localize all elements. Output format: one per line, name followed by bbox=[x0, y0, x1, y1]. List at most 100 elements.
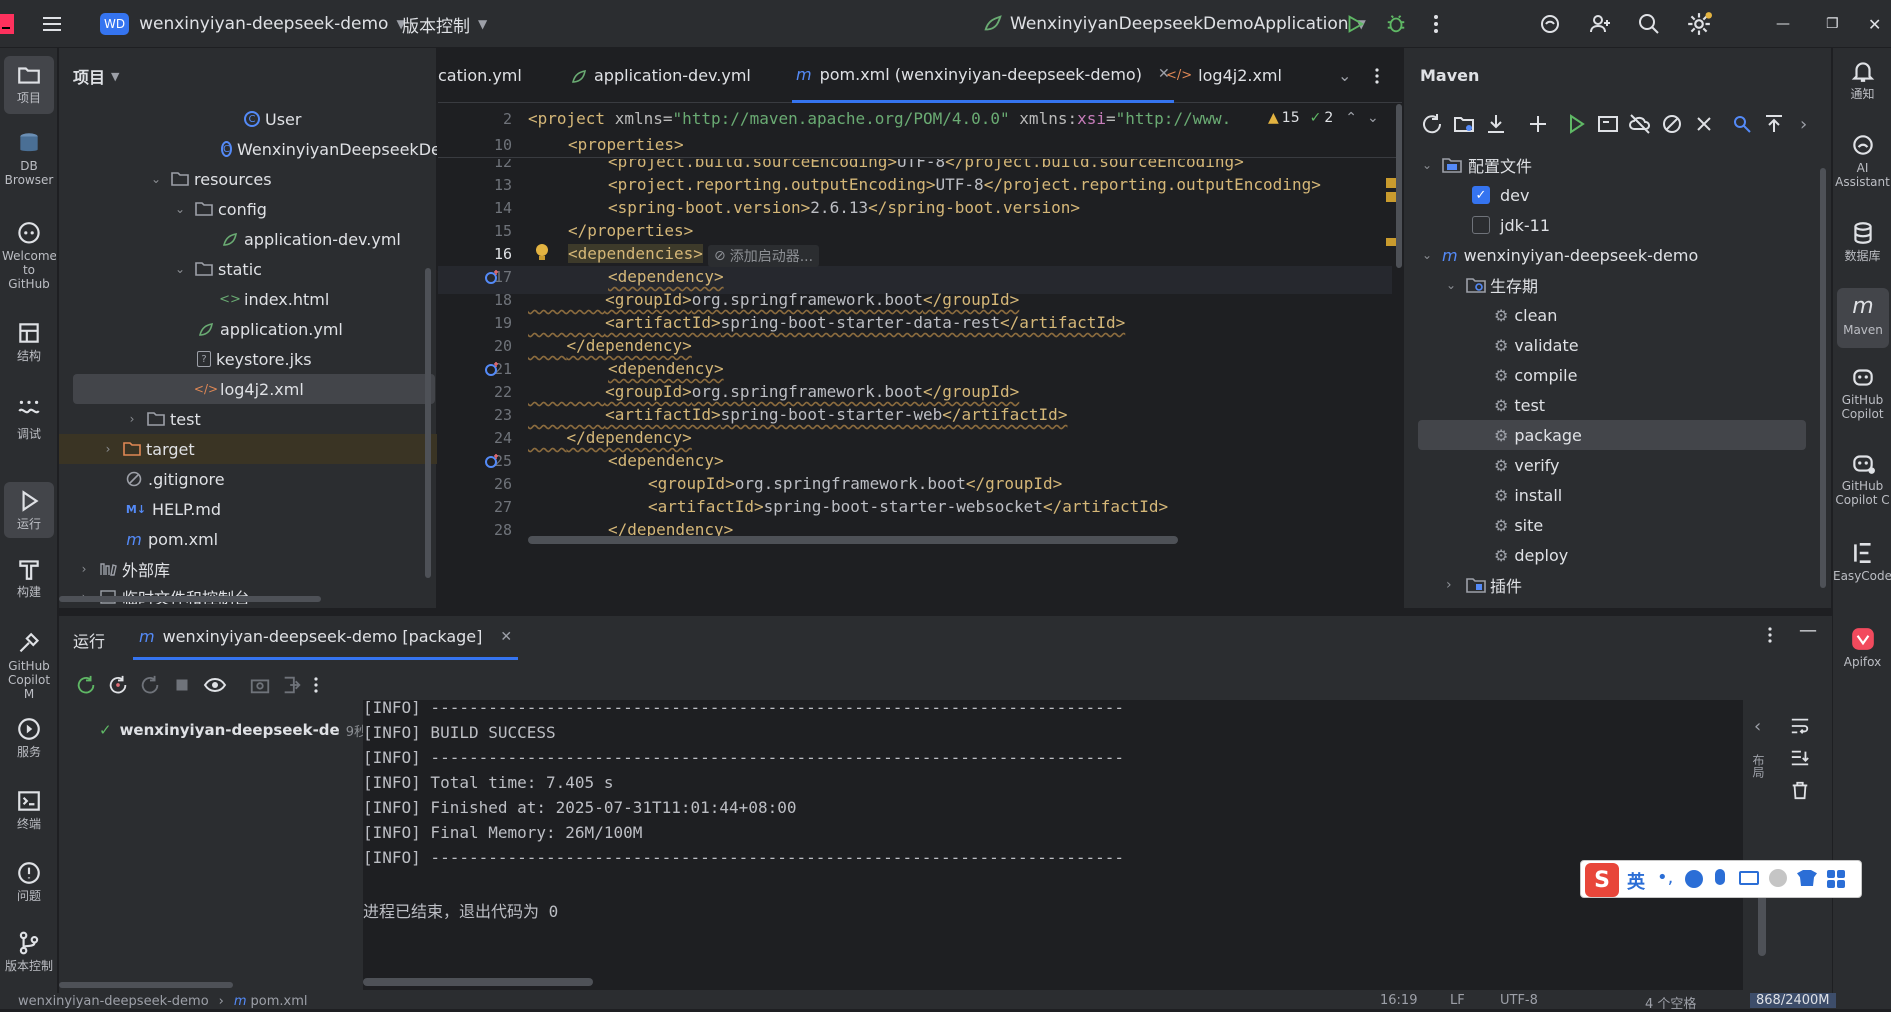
stripe-easycode-button[interactable]: EasyCode bbox=[1833, 540, 1891, 596]
chevron-right-icon[interactable]: › bbox=[77, 562, 91, 576]
line-separator[interactable]: LF bbox=[1450, 993, 1465, 1008]
stripe-maven-button[interactable]: m Maven bbox=[1837, 288, 1889, 348]
ai-assistant-icon[interactable] bbox=[1538, 0, 1562, 48]
run-tab[interactable]: m wenxinyiyan-deepseek-demo [package] ✕ bbox=[133, 616, 518, 660]
console-hscrollbar[interactable] bbox=[363, 978, 593, 986]
maven-goal-deploy[interactable]: ⚙deploy bbox=[1404, 540, 1804, 570]
tree-item[interactable]: application.yml bbox=[59, 314, 437, 344]
restore-window-icon[interactable]: ❐ bbox=[1826, 0, 1839, 48]
tree-item[interactable]: ⌄ resources bbox=[59, 164, 437, 194]
debug-button[interactable] bbox=[1385, 0, 1407, 48]
maven-goal-verify[interactable]: ⚙verify bbox=[1404, 450, 1804, 480]
project-hscrollbar[interactable] bbox=[59, 596, 321, 602]
stripe-run-button[interactable]: 运行 bbox=[4, 482, 54, 538]
chevron-left-icon[interactable]: ‹ bbox=[1754, 716, 1761, 737]
maven-goal-test[interactable]: ⚙test bbox=[1404, 390, 1804, 420]
toolbox-icon[interactable] bbox=[1827, 870, 1845, 888]
maven-tree-item[interactable]: ⌄ 生存期 bbox=[1404, 270, 1804, 300]
punctuation-icon[interactable]: •, bbox=[1657, 867, 1673, 888]
show-dependencies-icon[interactable] bbox=[1730, 112, 1754, 136]
stripe-debug-button[interactable]: 调试 bbox=[0, 398, 58, 450]
layout-label[interactable]: 布局 bbox=[1750, 754, 1767, 778]
chevron-down-icon[interactable]: ⌄ bbox=[1422, 248, 1442, 262]
tab-log4j2-xml[interactable]: </> log4j2.xml bbox=[1166, 48, 1282, 103]
tree-item[interactable]: ⌄ static bbox=[59, 254, 437, 284]
maven-tree-item[interactable]: ✓ dev bbox=[1404, 180, 1804, 210]
tree-item[interactable]: m pom.xml bbox=[59, 524, 437, 554]
offline-icon[interactable] bbox=[1628, 112, 1652, 136]
collapse-icon[interactable] bbox=[1692, 112, 1716, 136]
maven-goal-validate[interactable]: ⚙validate bbox=[1404, 330, 1804, 360]
tree-item[interactable]: C WenxinyiyanDeepseekDemo bbox=[59, 134, 437, 164]
camera-icon[interactable] bbox=[249, 674, 271, 696]
close-window-icon[interactable]: ✕ bbox=[1868, 0, 1881, 48]
tabs-dropdown-icon[interactable]: ⌄ bbox=[1338, 48, 1351, 103]
close-tab-icon[interactable]: ✕ bbox=[500, 629, 512, 645]
tree-item-selected[interactable]: </> log4j2.xml bbox=[73, 374, 435, 404]
tab-application-yml[interactable]: cation.yml bbox=[438, 48, 522, 103]
override-icon[interactable] bbox=[484, 361, 500, 377]
maven-scrollbar[interactable] bbox=[1820, 168, 1826, 588]
reload-icon[interactable] bbox=[1420, 112, 1444, 136]
override-icon[interactable] bbox=[484, 269, 500, 285]
chevron-down-icon[interactable]: ⌄ bbox=[1446, 278, 1466, 292]
tree-item[interactable]: .gitignore bbox=[59, 464, 437, 494]
rerun-failed-icon[interactable] bbox=[107, 674, 129, 696]
stripe-vcs-button[interactable]: 版本控制 bbox=[0, 930, 58, 986]
tree-item[interactable]: › test bbox=[59, 404, 437, 434]
project-panel-header[interactable]: 项目 ▼ bbox=[73, 64, 119, 88]
run-options-icon[interactable] bbox=[1767, 626, 1773, 644]
stripe-apifox-button[interactable]: Apifox bbox=[1833, 626, 1891, 682]
project-scrollbar[interactable] bbox=[425, 268, 431, 578]
stripe-ai-assistant-button[interactable]: AI Assistant bbox=[1833, 132, 1891, 202]
stripe-copilot-button[interactable]: GitHub Copilot M bbox=[0, 630, 58, 700]
microphone-icon[interactable] bbox=[1715, 869, 1725, 885]
tree-item[interactable]: › target bbox=[59, 434, 437, 464]
chevron-down-icon[interactable]: ⌄ bbox=[173, 202, 187, 216]
expand-all-icon[interactable] bbox=[1762, 112, 1786, 136]
tree-item[interactable]: application-dev.yml bbox=[59, 224, 437, 254]
stripe-project-button[interactable]: 项目 bbox=[4, 56, 54, 114]
stripe-terminal-button[interactable]: 终端 bbox=[0, 788, 58, 840]
run-button[interactable] bbox=[1344, 0, 1366, 48]
chevron-right-icon[interactable]: › bbox=[101, 442, 115, 456]
run-maven-icon[interactable] bbox=[1564, 112, 1588, 136]
tree-item[interactable]: ? keystore.jks bbox=[59, 344, 437, 374]
chevron-right-icon[interactable]: › bbox=[125, 412, 139, 426]
stripe-structure-button[interactable]: 结构 bbox=[0, 320, 58, 372]
run-tree-item[interactable]: ✓ wenxinyiyan-deepseek-de 9秒607毫秒 bbox=[99, 716, 399, 744]
tree-item[interactable]: ⌄ config bbox=[59, 194, 437, 224]
vcs-menu[interactable]: 版本控制 ▼ bbox=[402, 0, 487, 48]
stripe-problems-button[interactable]: 问题 bbox=[0, 860, 58, 912]
download-icon[interactable] bbox=[1484, 112, 1508, 136]
inspection-widget[interactable]: ▲ 15 ✓ 2 ⌃ ⌄ bbox=[1268, 110, 1379, 126]
keyboard-icon[interactable] bbox=[1739, 871, 1759, 885]
editor-hscrollbar[interactable] bbox=[528, 536, 1178, 544]
soft-wrap-icon[interactable] bbox=[1789, 716, 1811, 736]
file-encoding[interactable]: UTF-8 bbox=[1500, 993, 1538, 1008]
chevron-down-icon[interactable]: ⌄ bbox=[1422, 158, 1442, 172]
maven-tree-item[interactable]: › 插件 bbox=[1404, 570, 1804, 600]
search-icon[interactable] bbox=[1637, 0, 1661, 48]
skin-icon[interactable] bbox=[1797, 870, 1817, 886]
add-user-icon[interactable] bbox=[1588, 0, 1612, 48]
stripe-db-browser-button[interactable]: DB Browser bbox=[0, 130, 58, 200]
project-switcher[interactable]: WD wenxinyiyan-deepseek-demo ▼ bbox=[100, 0, 406, 48]
more-icon[interactable] bbox=[313, 676, 319, 694]
tree-item[interactable]: C User bbox=[59, 104, 437, 134]
export-icon[interactable] bbox=[281, 674, 303, 696]
chevron-down-icon[interactable]: ⌄ bbox=[1367, 110, 1379, 126]
hide-panel-icon[interactable]: — bbox=[1799, 620, 1817, 641]
checkbox-checked-icon[interactable]: ✓ bbox=[1472, 186, 1490, 204]
chevron-right-icon[interactable]: › bbox=[1800, 114, 1807, 135]
maven-goal-clean[interactable]: ⚙clean bbox=[1404, 300, 1804, 330]
caret-position[interactable]: 16:19 bbox=[1380, 993, 1417, 1008]
stripe-copilot-chat-button[interactable]: GitHub Copilot C bbox=[1833, 450, 1891, 520]
maven-tree-item[interactable]: ⌄ 配置文件 bbox=[1404, 150, 1804, 180]
code-area[interactable]: 12 <project.build.sourceEncoding>UTF-8</… bbox=[438, 159, 1402, 608]
editor-vscrollbar[interactable] bbox=[1396, 104, 1402, 268]
ime-language[interactable]: 英 bbox=[1627, 868, 1645, 894]
tab-application-dev-yml[interactable]: application-dev.yml bbox=[570, 48, 751, 103]
user-icon[interactable] bbox=[1769, 869, 1787, 887]
chevron-right-icon[interactable]: › bbox=[1446, 577, 1466, 593]
